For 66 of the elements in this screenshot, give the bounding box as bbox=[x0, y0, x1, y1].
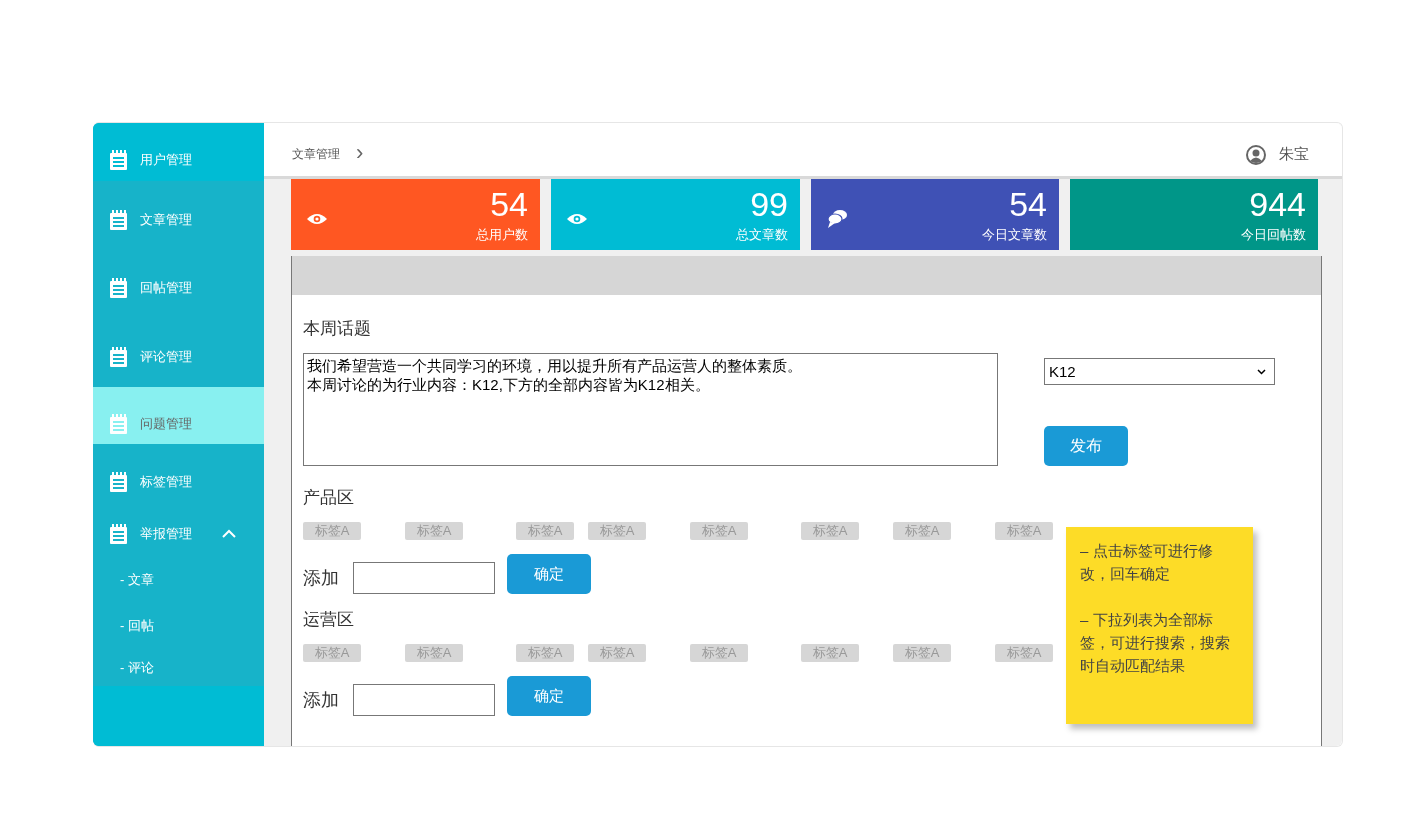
sidebar-item[interactable]: 评论管理 bbox=[93, 317, 264, 387]
note-text: – 下拉列表为全部标签，可进行搜索，搜索时自动匹配结果 bbox=[1080, 610, 1231, 676]
stat-label: 总文章数 bbox=[736, 226, 788, 244]
topic-text-line: 本周讨论的为行业内容：K12,下方的全部内容皆为K12相关。 bbox=[307, 375, 711, 394]
tag-chip[interactable]: 标签A bbox=[893, 522, 951, 540]
notepad-icon bbox=[109, 150, 128, 170]
stat-value: 944 bbox=[1249, 185, 1306, 223]
tag-chip[interactable]: 标签A bbox=[405, 522, 463, 540]
tag-chip[interactable]: 标签A bbox=[801, 522, 859, 540]
topic-select[interactable]: K12 bbox=[1044, 358, 1275, 385]
tag-chip[interactable]: 标签A bbox=[516, 522, 574, 540]
stat-value: 54 bbox=[1009, 185, 1047, 223]
confirm-button[interactable]: 确定 bbox=[507, 676, 591, 716]
eye-icon bbox=[567, 212, 587, 225]
user-name[interactable]: 朱宝 bbox=[1279, 145, 1309, 164]
topic-text-line: 我们希望营造一个共同学习的环境，用以提升所有产品运营人的整体素质。 bbox=[307, 356, 803, 375]
add-label: 添加 bbox=[303, 689, 339, 712]
stat-label: 今日回帖数 bbox=[1241, 226, 1306, 244]
publish-button[interactable]: 发布 bbox=[1044, 426, 1128, 466]
eye-icon bbox=[307, 212, 327, 225]
sidebar-item[interactable]: 问题管理 bbox=[93, 387, 264, 444]
sidebar-subitem[interactable]: - 回帖 bbox=[93, 603, 264, 649]
sidebar-subitem[interactable]: - 文章 bbox=[93, 557, 264, 603]
sidebar-item[interactable]: 标签管理 bbox=[93, 444, 264, 510]
zone-title: 产品区 bbox=[303, 488, 354, 508]
tag-chip[interactable]: 标签A bbox=[690, 522, 748, 540]
tag-chip[interactable]: 标签A bbox=[801, 644, 859, 662]
tag-chip[interactable]: 标签A bbox=[405, 644, 463, 662]
sidebar-item[interactable]: 用户管理 bbox=[93, 123, 264, 181]
sidebar-item[interactable]: 回帖管理 bbox=[93, 249, 264, 317]
sidebar-item[interactable]: 举报管理 bbox=[93, 510, 264, 557]
notepad-icon bbox=[109, 210, 128, 230]
breadcrumb-link[interactable]: 文章管理 bbox=[292, 146, 340, 163]
tag-chip[interactable]: 标签A bbox=[690, 644, 748, 662]
user-avatar-icon[interactable] bbox=[1246, 144, 1266, 165]
breadcrumb-separator: › bbox=[356, 139, 364, 166]
stat-label: 总用户数 bbox=[476, 226, 528, 244]
tag-chip[interactable]: 标签A bbox=[303, 644, 361, 662]
section-title: 本周话题 bbox=[303, 319, 371, 339]
notepad-icon bbox=[109, 413, 128, 434]
tag-chip[interactable]: 标签A bbox=[588, 644, 646, 662]
notepad-icon bbox=[109, 347, 128, 367]
tag-input-field[interactable] bbox=[353, 684, 495, 716]
add-label: 添加 bbox=[303, 567, 339, 590]
tag-chip[interactable]: 标签A bbox=[588, 522, 646, 540]
sidebar-item[interactable]: 文章管理 bbox=[93, 181, 264, 249]
topic-textarea[interactable]: 我们希望营造一个共同学习的环境，用以提升所有产品运营人的整体素质。 本周讨论的为行业内容：K12,下方的全部内容皆为K12相关。 bbox=[303, 353, 998, 466]
notepad-icon bbox=[109, 523, 128, 544]
tag-chip[interactable]: 标签A bbox=[303, 522, 361, 540]
notepad-icon bbox=[109, 472, 128, 492]
zone-title: 运营区 bbox=[303, 610, 354, 630]
tag-chip[interactable]: 标签A bbox=[995, 522, 1053, 540]
caret-icon bbox=[1257, 368, 1266, 375]
confirm-button[interactable]: 确定 bbox=[507, 554, 591, 594]
stat-label: 今日文章数 bbox=[982, 226, 1047, 244]
tag-chip[interactable]: 标签A bbox=[995, 644, 1053, 662]
tag-chip[interactable]: 标签A bbox=[893, 644, 951, 662]
tag-chip[interactable]: 标签A bbox=[516, 644, 574, 662]
sidebar-subitem[interactable]: - 评论 bbox=[93, 649, 264, 686]
chat-bubbles-icon bbox=[827, 209, 847, 228]
stat-value: 54 bbox=[490, 185, 528, 223]
tag-input-field[interactable] bbox=[353, 562, 495, 594]
notepad-icon bbox=[109, 278, 128, 298]
note-text: – 点击标签可进行修改，回车确定 bbox=[1080, 541, 1214, 584]
stat-value: 99 bbox=[750, 185, 788, 223]
chevron-icon[interactable] bbox=[222, 529, 236, 538]
